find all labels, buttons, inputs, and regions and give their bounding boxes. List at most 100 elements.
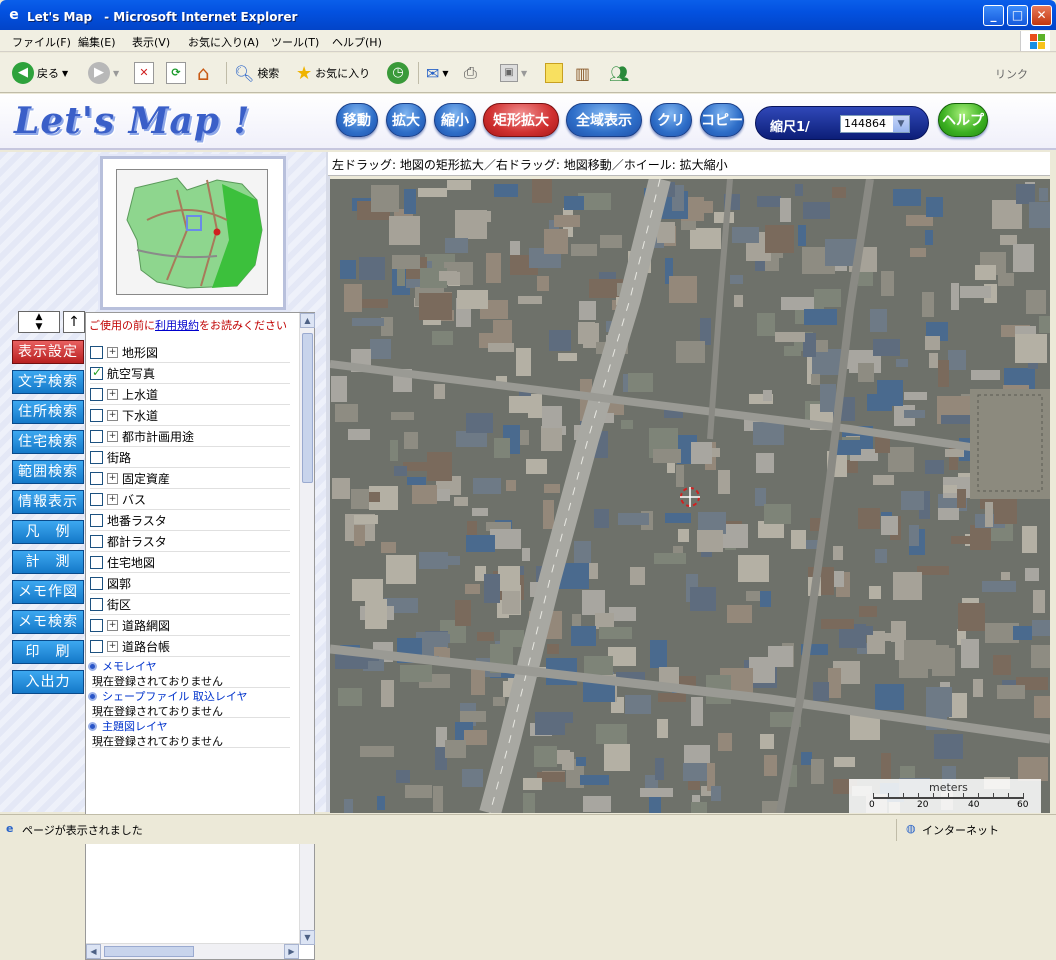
layer-item[interactable]: 図郭 [90, 574, 290, 594]
house-search-button[interactable]: 住宅検索 [12, 430, 84, 454]
area-search-button[interactable]: 範囲検索 [12, 460, 84, 484]
layer-checkbox[interactable] [90, 472, 103, 485]
layer-item[interactable]: + 固定資産 [90, 469, 290, 489]
scale-select[interactable]: 144864 ▼ [840, 115, 910, 133]
measure-button[interactable]: 計 測 [12, 550, 84, 574]
info-display-button[interactable]: 情報表示 [12, 490, 84, 514]
map-view[interactable]: meters 0 20 40 60 [330, 179, 1050, 813]
expand-icon[interactable]: + [107, 494, 118, 505]
layer-section-header[interactable]: シェープファイル 取込レイヤ [88, 688, 288, 704]
vertical-scrollbar[interactable]: ▲ ▼ [299, 313, 315, 945]
full-extent-button[interactable]: 全域表示 [566, 103, 642, 137]
layer-item[interactable]: + 道路網図 [90, 616, 290, 636]
layer-checkbox[interactable] [90, 619, 103, 632]
layer-item[interactable]: 地番ラスタ [90, 511, 290, 531]
layer-item[interactable]: 街区 [90, 595, 290, 615]
zoom-in-button[interactable]: 拡大 [386, 103, 426, 137]
layer-item[interactable]: + 都市計画用途 [90, 427, 290, 447]
expand-collapse-button[interactable]: ▲ ▼ [18, 311, 60, 333]
menu-view[interactable]: 表示(V) [132, 34, 170, 50]
print-button[interactable]: 印 刷 [12, 640, 84, 664]
menu-edit[interactable]: 編集(E) [78, 34, 116, 50]
forward-button[interactable]: ▶ ▼ [88, 61, 119, 85]
display-settings-button[interactable]: 表示設定 [12, 340, 84, 364]
print-button[interactable]: ⎙ [464, 61, 477, 85]
copy-button[interactable]: コピー [700, 103, 744, 137]
home-button[interactable]: ⌂ [197, 61, 210, 85]
layer-item[interactable]: 航空写真 [90, 364, 290, 384]
layer-section-header[interactable]: メモレイヤ [88, 658, 288, 674]
refresh-button[interactable]: ⟳ [166, 61, 186, 85]
menu-file[interactable]: ファイル(F) [12, 34, 71, 50]
layer-checkbox[interactable] [90, 430, 103, 443]
horizontal-scrollbar[interactable]: ◀ ▶ [86, 943, 299, 959]
expand-icon[interactable]: + [107, 431, 118, 442]
expand-icon[interactable]: + [107, 620, 118, 631]
edit-button[interactable]: ▣ ▼ [500, 61, 527, 85]
expand-icon[interactable]: + [107, 347, 118, 358]
zoom-out-button[interactable]: 縮小 [434, 103, 476, 137]
menu-favorites[interactable]: お気に入り(A) [188, 34, 259, 50]
layer-section-header[interactable]: 主題図レイヤ [88, 718, 288, 734]
import-export-button[interactable]: 入出力 [12, 670, 84, 694]
back-button[interactable]: ◀ 戻る ▼ [12, 61, 68, 85]
help-button[interactable]: ヘルプ [938, 103, 988, 137]
layer-item[interactable]: 住宅地図 [90, 553, 290, 573]
scroll-thumb[interactable] [302, 333, 313, 483]
address-search-button[interactable]: 住所検索 [12, 400, 84, 424]
layer-checkbox[interactable] [90, 451, 103, 464]
menu-tools[interactable]: ツール(T) [271, 34, 319, 50]
scroll-thumb[interactable] [104, 946, 194, 957]
layer-checkbox[interactable] [90, 409, 103, 422]
layer-checkbox[interactable] [90, 493, 103, 506]
memo-draw-button[interactable]: メモ作図 [12, 580, 84, 604]
scroll-up-icon[interactable]: ▲ [300, 313, 315, 328]
history-button[interactable]: ◷ [387, 61, 409, 85]
stop-button[interactable]: ✕ [134, 61, 154, 85]
layer-item[interactable]: + 道路台帳 [90, 637, 290, 657]
layer-item[interactable]: + 地形図 [90, 343, 290, 363]
expand-icon[interactable]: + [107, 473, 118, 484]
layer-checkbox[interactable] [90, 577, 103, 590]
mail-button[interactable]: ✉ ▼ [426, 61, 449, 85]
research-button[interactable]: ▥ [575, 61, 590, 85]
layer-item[interactable]: 街路 [90, 448, 290, 468]
layer-item[interactable]: + 下水道 [90, 406, 290, 426]
arrow-up-icon[interactable]: ↑ [63, 311, 85, 333]
links-label[interactable]: リンク [995, 66, 1028, 82]
layer-item[interactable]: + 上水道 [90, 385, 290, 405]
layer-checkbox[interactable] [90, 514, 103, 527]
menu-help[interactable]: ヘルプ(H) [332, 34, 382, 50]
layer-checkbox[interactable] [90, 598, 103, 611]
search-button[interactable]: 🔍︎ 検索 [234, 61, 279, 85]
expand-icon[interactable]: + [107, 410, 118, 421]
minimize-button[interactable]: _ [983, 5, 1004, 26]
layer-checkbox[interactable] [90, 346, 103, 359]
legend-button[interactable]: 凡 例 [12, 520, 84, 544]
layer-checkbox[interactable] [90, 556, 103, 569]
layer-checkbox[interactable] [90, 388, 103, 401]
memo-search-button[interactable]: メモ検索 [12, 610, 84, 634]
close-button[interactable]: ✕ [1031, 5, 1052, 26]
expand-icon[interactable]: + [107, 641, 118, 652]
layer-item[interactable]: + バス [90, 490, 290, 510]
maximize-button[interactable]: □ [1007, 5, 1028, 26]
rect-zoom-button[interactable]: 矩形拡大 [483, 103, 559, 137]
overview-map[interactable] [100, 156, 286, 310]
expand-icon[interactable]: + [107, 389, 118, 400]
scroll-down-icon[interactable]: ▼ [300, 930, 315, 945]
layer-checkbox[interactable] [90, 640, 103, 653]
discuss-button[interactable] [545, 61, 563, 85]
favorites-button[interactable]: ★ お気に入り [296, 61, 370, 85]
messenger-button[interactable]: 👥︎ [609, 61, 629, 85]
terms-link[interactable]: 利用規約 [155, 319, 199, 332]
move-button[interactable]: 移動 [336, 103, 378, 137]
clear-button[interactable]: クリア [650, 103, 692, 148]
scroll-right-icon[interactable]: ▶ [284, 944, 299, 959]
layer-checkbox[interactable] [90, 535, 103, 548]
layer-checkbox[interactable] [90, 365, 103, 380]
building [951, 536, 974, 544]
scroll-left-icon[interactable]: ◀ [86, 944, 101, 959]
layer-item[interactable]: 都計ラスタ [90, 532, 290, 552]
text-search-button[interactable]: 文字検索 [12, 370, 84, 394]
